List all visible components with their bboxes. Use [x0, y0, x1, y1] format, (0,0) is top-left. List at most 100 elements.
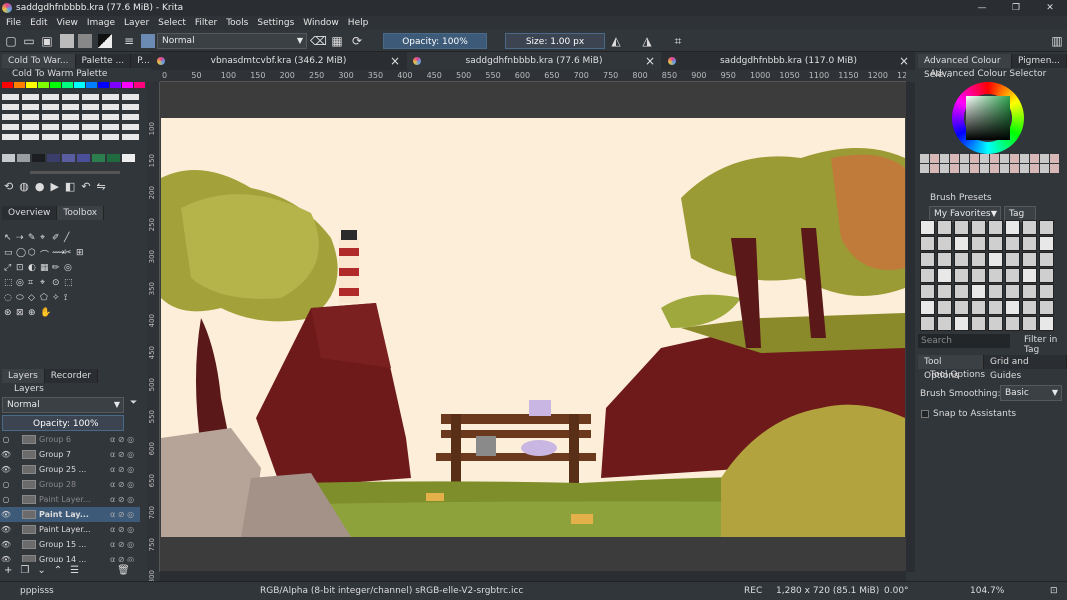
tool-icon[interactable]: ◇ [28, 293, 35, 303]
doc-tab-3[interactable]: saddgdhfnbbb.kra (117.0 MiB) × [662, 52, 915, 70]
move-up-icon[interactable]: ⌃ [54, 565, 62, 579]
tool-icon[interactable]: ╱ [64, 233, 69, 243]
brush-preset-thumb[interactable] [920, 220, 935, 235]
palette-swatches[interactable] [2, 82, 145, 164]
palette-swatch[interactable] [86, 82, 97, 88]
brush-preset-thumb[interactable] [1039, 268, 1054, 283]
layer-row[interactable]: ○ Group 6 α ⊘ ◎ [0, 432, 140, 447]
tool-icon[interactable]: ⟟ [64, 293, 67, 303]
play-icon[interactable]: ▶ [50, 180, 58, 198]
tool-icon[interactable]: ↖ [4, 233, 12, 243]
tool-icon[interactable]: ✐ [52, 233, 60, 243]
palette-zoom-slider[interactable] [30, 171, 120, 174]
layer-flags-icon[interactable]: α ⊘ ◎ [110, 450, 140, 459]
layer-flags-icon[interactable]: α ⊘ ◎ [110, 495, 140, 504]
tab-overview[interactable]: Overview [2, 206, 58, 220]
brush-preset-thumb[interactable] [937, 284, 952, 299]
tool-icon[interactable]: ⊠ [16, 308, 24, 318]
palette-swatch[interactable] [62, 82, 73, 88]
recent-colour-swatch[interactable] [930, 154, 939, 163]
brush-preset-thumb[interactable] [971, 268, 986, 283]
layer-list[interactable]: ○ Group 6 α ⊘ ◎ 👁 Group 7 α ⊘ ◎ 👁 Group 25 ... α… [0, 432, 140, 562]
tool-icon[interactable]: ⊞ [76, 248, 84, 258]
recent-colour-swatch[interactable] [1040, 164, 1049, 173]
tool-icon[interactable]: ◎ [64, 263, 72, 273]
palette-swatch[interactable] [50, 82, 61, 88]
palette-swatch[interactable] [22, 104, 39, 110]
undo-icon[interactable]: ↶ [81, 180, 90, 198]
brush-preset-thumb[interactable] [954, 252, 969, 267]
gradient-swatch-icon[interactable] [60, 34, 74, 48]
saturation-value-square[interactable] [966, 96, 1010, 140]
recent-colour-swatch[interactable] [1010, 154, 1019, 163]
recent-colour-swatch[interactable] [1040, 154, 1049, 163]
menu-help[interactable]: Help [348, 18, 369, 28]
zoom-label[interactable]: 104.7% [970, 586, 1004, 596]
brush-preset-thumb[interactable] [937, 300, 952, 315]
recent-colour-swatch[interactable] [940, 164, 949, 173]
tool-icon[interactable]: ✎ [28, 233, 36, 243]
save-icon[interactable]: ▣ [40, 34, 54, 48]
palette-swatch[interactable] [77, 154, 90, 162]
palette-swatch[interactable] [22, 114, 39, 120]
brush-preset-thumb[interactable] [971, 284, 986, 299]
tool-icon[interactable]: ◐ [28, 263, 36, 273]
brush-preset-thumb[interactable] [971, 300, 986, 315]
visibility-icon[interactable]: ○ [0, 480, 12, 489]
brush-preset-thumb[interactable] [1022, 268, 1037, 283]
menu-edit[interactable]: Edit [30, 18, 47, 28]
brush-preset-thumb[interactable] [1005, 220, 1020, 235]
brush-preset-thumb[interactable] [954, 268, 969, 283]
palette-swatch[interactable] [2, 114, 19, 120]
tool-icon[interactable]: ◌ [4, 293, 12, 303]
layer-row[interactable]: 👁 Group 7 α ⊘ ◎ [0, 447, 140, 462]
mirror-vertical-icon[interactable]: ◮ [640, 34, 654, 48]
layer-row[interactable]: 👁 Group 14 ... α ⊘ ◎ [0, 552, 140, 562]
brush-preset-thumb[interactable] [1039, 316, 1054, 331]
palette-swatch[interactable] [17, 154, 30, 162]
brush-preset-icon[interactable] [141, 34, 155, 48]
brush-preset-thumb[interactable] [1005, 284, 1020, 299]
brush-preset-thumb[interactable] [1022, 220, 1037, 235]
layer-flags-icon[interactable]: α ⊘ ◎ [110, 540, 140, 549]
doc-tab-2[interactable]: saddgdhfnbbbb.kra (77.6 MiB) × [407, 52, 661, 70]
recent-colour-swatch[interactable] [990, 164, 999, 173]
tab-recorder[interactable]: Recorder [44, 369, 99, 383]
duplicate-layer-icon[interactable]: ❐ [20, 565, 29, 579]
palette-swatch[interactable] [42, 134, 59, 140]
delete-layer-icon[interactable]: 🗑 [117, 565, 130, 579]
tool-icon[interactable]: ⌒ [40, 248, 49, 261]
layer-row[interactable]: 👁 Group 25 ... α ⊘ ◎ [0, 462, 140, 477]
visibility-icon[interactable]: 👁 [0, 465, 12, 474]
palette-swatch[interactable] [122, 104, 139, 110]
layer-row[interactable]: 👁 Paint Lay... α ⊘ ◎ [0, 507, 140, 522]
tool-icon[interactable]: ⬠ [40, 293, 48, 303]
brush-preset-grid[interactable] [920, 220, 1056, 332]
palette-swatch[interactable] [47, 154, 60, 162]
brush-preset-thumb[interactable] [920, 284, 935, 299]
tool-icon[interactable]: ⟿ [52, 248, 65, 258]
pattern-swatch-icon[interactable] [78, 34, 92, 48]
brush-preset-thumb[interactable] [937, 252, 952, 267]
palette-swatch[interactable] [22, 134, 39, 140]
palette-swatch[interactable] [82, 104, 99, 110]
alpha-lock-icon[interactable]: ▦ [330, 34, 344, 48]
palette-swatch[interactable] [2, 104, 19, 110]
visibility-icon[interactable]: ○ [0, 495, 12, 504]
tool-icon[interactable]: ⊙ [52, 278, 60, 288]
palette-swatch[interactable] [62, 104, 79, 110]
palette-swatch[interactable] [92, 154, 105, 162]
menu-select[interactable]: Select [158, 18, 186, 28]
palette-swatch[interactable] [102, 94, 119, 100]
palette-swatch[interactable] [42, 104, 59, 110]
palette-swatch[interactable] [122, 134, 139, 140]
palette-swatch[interactable] [74, 82, 85, 88]
toolbox[interactable]: ↖ ⇢ ✎ ⌖ ✐ ╱ ▭ ◯ ⬡ ⌒ ⟿ ✂ ⊞ ⤢ ⊡ ◐ ▦ ✏ ◎ ⬚ ◎ ⌗ ⌖ ⊙ ⬚ ◌ ⬭ ◇ ⬠ ✧ ⟟ ⊛ ⊠ ⊕ ✋ [2, 233, 144, 338]
blend-mode-dropdown[interactable]: Normal ▼ [157, 33, 307, 49]
palette-swatch[interactable] [122, 114, 139, 120]
palette-swatch[interactable] [110, 82, 121, 88]
palette-swatch[interactable] [14, 82, 25, 88]
vertical-scrollbar[interactable] [906, 82, 915, 572]
recent-colour-swatch[interactable] [920, 164, 929, 173]
palette-swatch[interactable] [98, 82, 109, 88]
